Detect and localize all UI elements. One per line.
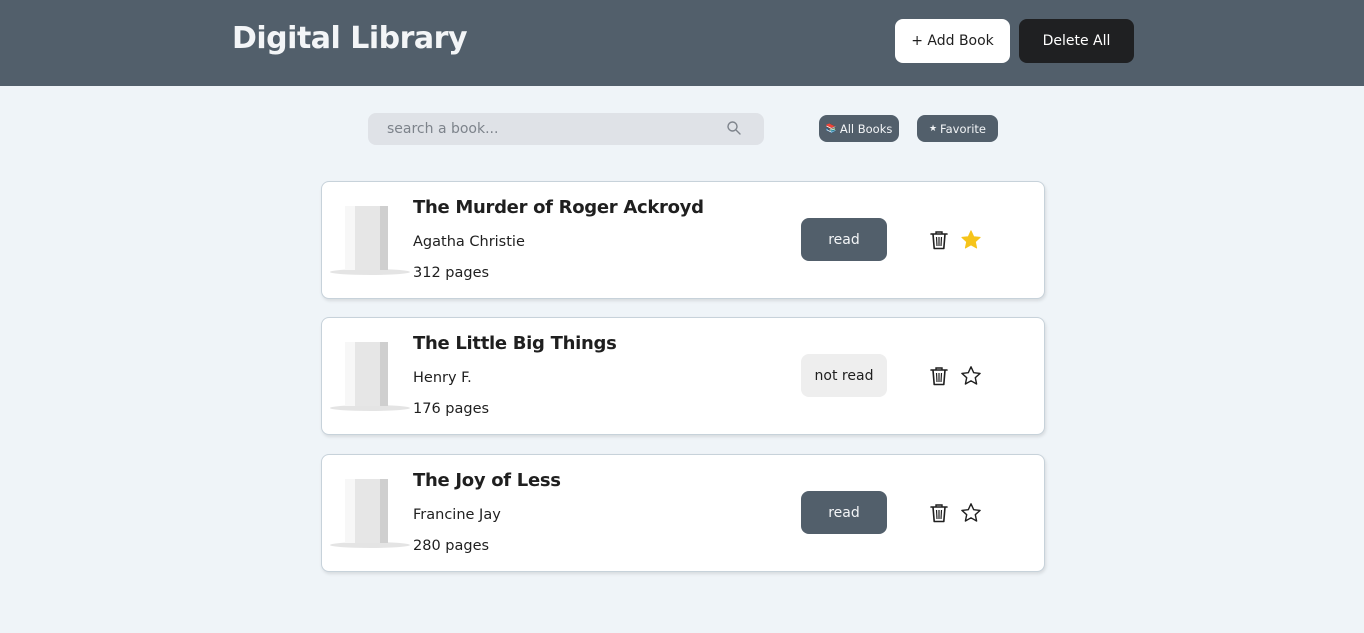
search-input[interactable] (368, 113, 718, 145)
read-status-button[interactable]: read (801, 218, 887, 261)
app-title: Digital Library (232, 21, 468, 56)
book-pages: 312 pages (413, 265, 490, 281)
book-pages: 176 pages (413, 401, 490, 417)
search-box (368, 113, 764, 145)
filter-favorite-button[interactable]: ★ Favorite (917, 115, 998, 142)
book-card: The Joy of Less Francine Jay 280 pages r… (321, 454, 1045, 572)
favorite-star-filled-icon[interactable] (960, 229, 982, 251)
book-title: The Little Big Things (413, 333, 617, 354)
filter-favorite-label: Favorite (940, 121, 987, 136)
app-header: Digital Library + Add Book Delete All (0, 0, 1364, 86)
book-cover-image (330, 206, 410, 275)
add-book-button[interactable]: + Add Book (895, 19, 1010, 63)
read-status-button[interactable]: not read (801, 354, 887, 397)
books-icon: 📚 (825, 123, 837, 134)
book-author: Francine Jay (413, 507, 501, 523)
book-author: Agatha Christie (413, 234, 525, 250)
favorite-star-outline-icon[interactable] (960, 365, 982, 387)
favorite-star-outline-icon[interactable] (960, 502, 982, 524)
read-status-button[interactable]: read (801, 491, 887, 534)
star-icon: ★ (928, 123, 938, 134)
filter-all-books-button[interactable]: 📚 All Books (819, 115, 899, 142)
trash-icon[interactable] (928, 502, 950, 524)
book-cover-image (330, 342, 410, 411)
book-card: The Murder of Roger Ackroyd Agatha Chris… (321, 181, 1045, 299)
delete-all-button[interactable]: Delete All (1019, 19, 1134, 63)
book-author: Henry F. (413, 370, 472, 386)
book-title: The Murder of Roger Ackroyd (413, 197, 704, 218)
trash-icon[interactable] (928, 365, 950, 387)
trash-icon[interactable] (928, 229, 950, 251)
book-pages: 280 pages (413, 538, 490, 554)
filter-all-books-label: All Books (839, 121, 893, 136)
book-title: The Joy of Less (413, 470, 561, 491)
book-cover-image (330, 479, 410, 548)
search-icon[interactable] (726, 120, 742, 136)
book-card: The Little Big Things Henry F. 176 pages… (321, 317, 1045, 435)
